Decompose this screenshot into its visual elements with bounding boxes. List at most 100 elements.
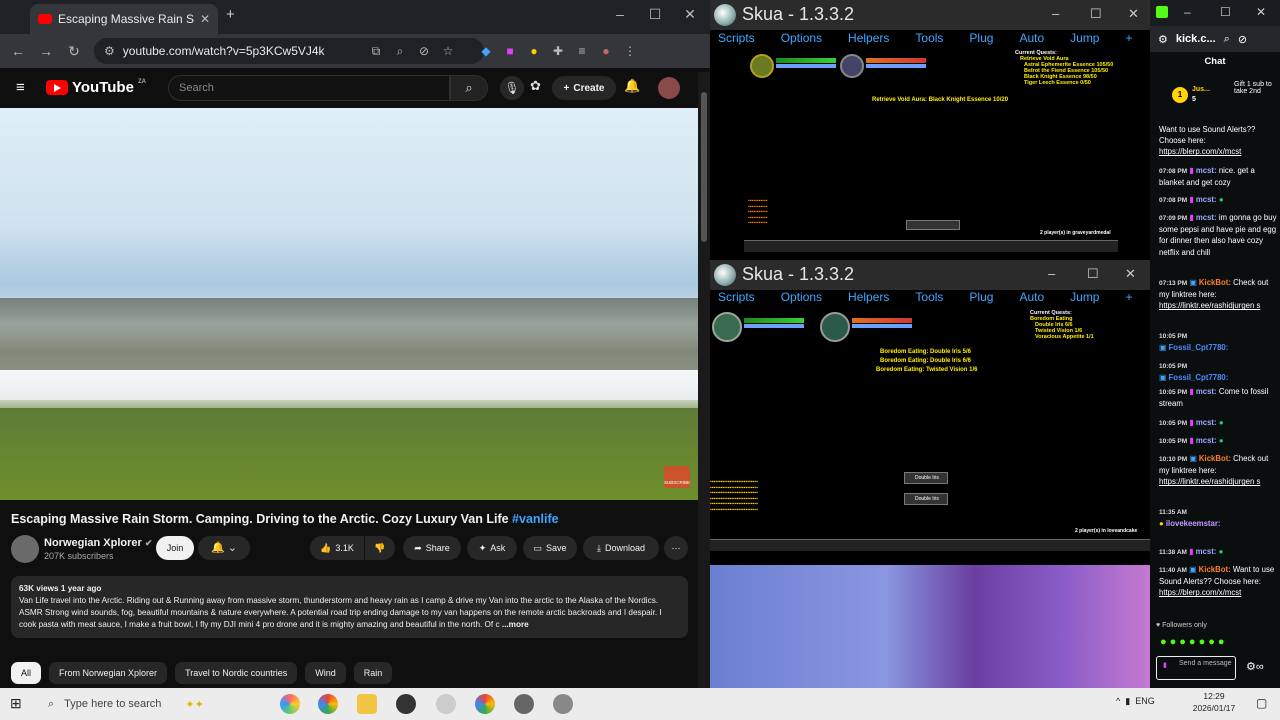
forward-icon[interactable]: → (32, 43, 60, 59)
join-button[interactable]: Join (156, 536, 194, 560)
extension-c-icon[interactable]: ● (522, 44, 546, 58)
app-icon-light[interactable] (436, 694, 456, 714)
hamburger-menu-icon[interactable]: ≡ (16, 79, 25, 96)
chrome-taskbar-icon[interactable] (318, 694, 338, 714)
chrome-menu-icon[interactable]: ⋮ (618, 44, 642, 58)
download-button[interactable]: ⤓ Download (583, 536, 659, 560)
subscribed-bell-button[interactable]: 🔔 ⌄ (198, 536, 250, 560)
save-button[interactable]: ▭ Save (523, 536, 577, 560)
menu-jump-2[interactable]: Jump (1070, 290, 1099, 304)
description-box[interactable]: 63K views 1 year ago Van Life travel int… (11, 576, 688, 638)
browser-tab[interactable]: Escaping Massive Rain Storm ✕ (30, 4, 218, 34)
message-link[interactable]: https://blerp.com/x/mcst (1159, 147, 1241, 156)
channel-avatar[interactable] (11, 535, 39, 563)
chevron-up-icon[interactable]: ^ (1116, 696, 1120, 706)
taskbar-search[interactable]: ⌕ Type here to search ✦✦ (36, 692, 268, 716)
chip-travel-nordic[interactable]: Travel to Nordic countries (175, 662, 298, 684)
drop-notification[interactable] (906, 220, 960, 230)
game-viewport[interactable]: Current Quests: Retrieve Void Aura Astra… (710, 48, 1150, 260)
message-user[interactable]: mcst: (1196, 387, 1217, 396)
action-bar[interactable] (744, 240, 1118, 252)
share-button[interactable]: ➦ Share (403, 536, 461, 560)
skua-close-button-2[interactable]: ✕ (1125, 266, 1136, 282)
page-scrollbar[interactable] (698, 72, 710, 688)
app-icon-dark[interactable] (396, 694, 416, 714)
bookmark-star-icon[interactable]: ☆ (436, 44, 460, 58)
back-icon[interactable]: ← (4, 43, 32, 59)
notifications-bell-icon[interactable]: 🔔 (624, 78, 640, 94)
maximize-button[interactable]: ☐ (637, 6, 673, 23)
message-link[interactable]: https://linktr.ee/rashidjurgen s (1159, 301, 1260, 310)
menu-tools-2[interactable]: Tools (915, 290, 943, 304)
game-viewport-2[interactable]: Current Quests: Boredom Eating Double Ir… (710, 308, 1150, 565)
menu-tools[interactable]: Tools (915, 31, 943, 45)
video-player[interactable]: SUBSCRIBE (0, 108, 698, 500)
minimize-button[interactable]: – (602, 6, 638, 22)
message-user[interactable]: Fossil_Cpt7780: (1169, 343, 1229, 352)
create-button[interactable]: + Create (552, 76, 616, 100)
skua-taskbar-icon[interactable] (553, 694, 573, 714)
drop-item-1[interactable]: Double Iris (904, 472, 948, 484)
menu-jump[interactable]: Jump (1070, 31, 1099, 45)
extension-b-icon[interactable]: ■ (498, 44, 522, 58)
drop-item-2[interactable]: Double Iris (904, 493, 948, 505)
kick-url[interactable]: kick.c... (1176, 33, 1216, 45)
search-input[interactable]: Search (168, 75, 450, 101)
channel-name[interactable]: Norwegian Xplorer ✔ (44, 537, 152, 549)
ask-button[interactable]: ✦ Ask (467, 536, 517, 560)
chip-from-channel[interactable]: From Norwegian Xplorer (49, 662, 168, 684)
microphone-icon[interactable]: ▮ (1125, 696, 1130, 706)
menu-scripts-2[interactable]: Scripts (718, 290, 755, 304)
send-message-input[interactable]: ▮ Send a message (1156, 656, 1236, 680)
message-user[interactable]: mcst: (1196, 166, 1217, 175)
more-link[interactable]: ...more (502, 620, 529, 629)
settings-taskbar-icon[interactable] (514, 694, 534, 714)
menu-options-2[interactable]: Options (781, 290, 822, 304)
reload-icon[interactable]: ↻ (60, 43, 88, 60)
media-controls-icon[interactable]: ≡ (570, 44, 594, 58)
profile-avatar-icon[interactable]: ● (594, 44, 618, 58)
menu-plug[interactable]: Plug (969, 31, 993, 45)
menu-auto-2[interactable]: Auto (1019, 290, 1044, 304)
search-button[interactable]: ⌕ (450, 75, 488, 101)
eye-off-icon[interactable]: ⊘ (412, 44, 436, 58)
language-indicator[interactable]: ENG (1135, 696, 1155, 706)
message-link[interactable]: https://blerp.com/x/mcst (1159, 588, 1241, 597)
menu-scripts[interactable]: Scripts (718, 31, 755, 45)
skua-close-button[interactable]: ✕ (1128, 6, 1139, 22)
skua-minimize-button[interactable]: – (1052, 6, 1059, 21)
new-tab-button[interactable]: + (226, 6, 235, 23)
close-window-button[interactable]: ✕ (672, 6, 708, 23)
skua-maximize-button[interactable]: ☐ (1090, 6, 1102, 22)
scrollbar-thumb[interactable] (701, 92, 707, 242)
more-actions-button[interactable]: ⋯ (664, 536, 688, 560)
file-explorer-icon[interactable] (357, 694, 377, 714)
message-user[interactable]: mcst: (1196, 195, 1217, 204)
kick-maximize-button[interactable]: ☐ (1220, 5, 1231, 19)
close-tab-icon[interactable]: ✕ (200, 12, 210, 26)
message-user[interactable]: mcst: (1196, 436, 1217, 445)
action-bar-2[interactable] (710, 539, 1150, 551)
kick-zoom-icon[interactable]: ⌕ (1224, 33, 1230, 46)
gift-banner[interactable]: 1 Jus... 5 Gift 1 sub to take 2nd (1172, 81, 1278, 114)
message-user[interactable]: mcst: (1196, 547, 1217, 556)
notification-center-icon[interactable]: ▢ (1256, 696, 1267, 710)
kick-close-button[interactable]: ✕ (1256, 5, 1266, 19)
dislike-button[interactable]: 👎 (365, 536, 395, 560)
kick-eye-off-icon[interactable]: ⊘ (1238, 33, 1247, 46)
menu-helpers-2[interactable]: Helpers (848, 290, 889, 304)
extensions-puzzle-icon[interactable]: ✚ (546, 44, 570, 58)
copilot-icon[interactable] (280, 694, 300, 714)
menu-auto[interactable]: Auto (1019, 31, 1044, 45)
message-user[interactable]: mcst: (1196, 418, 1217, 427)
message-user[interactable]: KickBot: (1199, 278, 1231, 287)
settings-icon[interactable]: ⚙∞ (1246, 660, 1264, 673)
message-user[interactable]: mcst: (1196, 213, 1217, 222)
menu-options[interactable]: Options (781, 31, 822, 45)
message-user[interactable]: KickBot: (1199, 454, 1231, 463)
menu-plug-2[interactable]: Plug (969, 290, 993, 304)
chrome-taskbar-icon-2[interactable] (475, 694, 495, 714)
extension-badge-icon[interactable]: ✿ (530, 78, 541, 94)
message-link[interactable]: https://linktr.ee/rashidjurgen s (1159, 477, 1260, 486)
extension-a-icon[interactable]: ◆ (474, 44, 498, 58)
